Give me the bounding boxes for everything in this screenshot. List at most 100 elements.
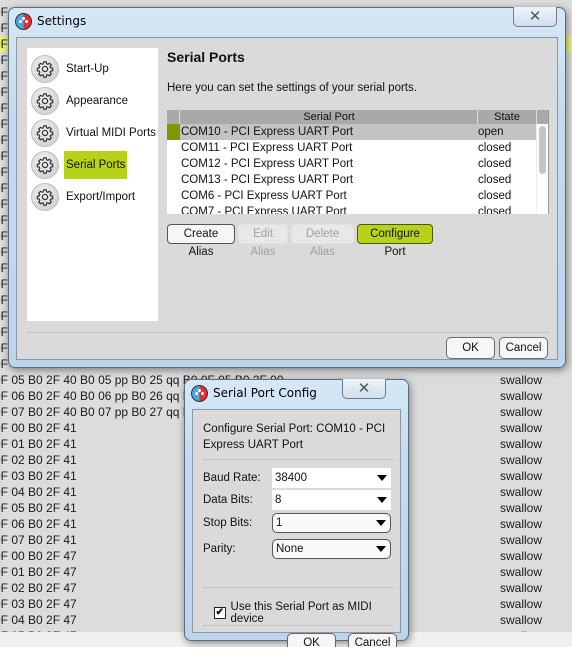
settings-titlebar[interactable]: Settings ✕ bbox=[9, 7, 565, 36]
nav-label: Export/Import bbox=[66, 191, 136, 203]
nav-label: Serial Ports bbox=[64, 151, 128, 179]
scrollbar-thumb[interactable] bbox=[539, 126, 546, 174]
log-message: 0F bbox=[0, 357, 9, 371]
log-message: 0F bbox=[0, 229, 9, 243]
cell-state: open bbox=[478, 126, 504, 138]
log-message: 0F 03 B0 2F 47 bbox=[0, 597, 77, 611]
dropdown-arrow-icon bbox=[376, 546, 386, 552]
gear-icon bbox=[31, 55, 59, 83]
log-message: 0F bbox=[0, 53, 9, 67]
baud-rate-value: 38400 bbox=[275, 472, 307, 484]
gear-glyph bbox=[36, 189, 54, 206]
section-description: Here you can set the settings of your se… bbox=[167, 82, 417, 94]
stop-bits-select[interactable]: 1 bbox=[272, 513, 391, 533]
log-message: 0F bbox=[0, 101, 9, 115]
column-header-state[interactable]: State bbox=[478, 110, 537, 124]
use-as-midi-option[interactable]: ✔ Use this Serial Port as MIDI device bbox=[214, 601, 400, 625]
log-message: 0F bbox=[0, 165, 9, 179]
log-message: 0F 01 B0 2F 47 bbox=[0, 565, 77, 579]
app-icon bbox=[191, 385, 208, 402]
spc-close-button[interactable]: ✕ bbox=[342, 379, 386, 399]
row-selection-marker bbox=[167, 124, 180, 140]
gear-icon bbox=[31, 87, 59, 115]
gear-glyph bbox=[36, 125, 54, 142]
log-action: swallow bbox=[500, 517, 543, 531]
table-row[interactable]: COM13 - PCI Express UART Port closed bbox=[167, 172, 537, 188]
log-action: swallow bbox=[500, 533, 543, 547]
spc-heading: Configure Serial Port: COM10 - PCI Expre… bbox=[203, 423, 386, 451]
table-row[interactable]: COM11 - PCI Express UART Port closed bbox=[167, 140, 537, 156]
log-action: swallow bbox=[500, 405, 543, 419]
log-message: 0F bbox=[0, 85, 9, 99]
app-icon bbox=[15, 13, 32, 30]
row-selection-marker bbox=[167, 156, 180, 172]
nav-item-appearance[interactable]: Appearance bbox=[31, 86, 130, 116]
spc-titlebar[interactable]: Serial Port Config ✕ bbox=[185, 379, 408, 408]
row-selection-marker bbox=[167, 188, 180, 204]
table-row[interactable]: COM7 - PCI Express UART Port closed bbox=[167, 204, 537, 214]
settings-close-button[interactable]: ✕ bbox=[513, 7, 557, 27]
create-alias-button[interactable]: Create Alias bbox=[167, 224, 235, 258]
delete-alias-button[interactable]: Delete Alias bbox=[291, 224, 354, 258]
cell-state: closed bbox=[478, 206, 512, 214]
parity-select[interactable]: None bbox=[272, 539, 391, 559]
log-action: swallow bbox=[500, 565, 543, 579]
cancel-button[interactable]: Cancel bbox=[499, 337, 548, 359]
baud-rate-select[interactable]: 38400 bbox=[272, 468, 391, 488]
spc-cancel-button[interactable]: Cancel bbox=[348, 633, 397, 647]
column-header-serial-port[interactable]: Serial Port bbox=[181, 110, 478, 124]
log-message: 0F 02 B0 2F 47 bbox=[0, 581, 77, 595]
row-selection-marker bbox=[167, 204, 180, 214]
log-message: 0F bbox=[0, 133, 9, 147]
nav-item-serial-ports[interactable]: Serial Ports bbox=[31, 150, 128, 180]
data-bits-label: Data Bits: bbox=[203, 494, 253, 506]
spc-ok-button[interactable]: OK bbox=[287, 633, 336, 647]
log-message: 0F 05 B0 2F 41 bbox=[0, 501, 77, 515]
nav-label: Appearance bbox=[66, 95, 129, 107]
log-message: 0F 04 B0 2F 41 bbox=[0, 485, 77, 499]
log-message: 0F bbox=[0, 245, 9, 259]
log-message: 0F bbox=[0, 37, 9, 51]
cell-serial-port: COM12 - PCI Express UART Port bbox=[181, 158, 354, 170]
log-action: swallow bbox=[500, 549, 543, 563]
log-message: 0F bbox=[0, 293, 9, 307]
gear-glyph bbox=[36, 61, 54, 78]
log-action: swallow bbox=[500, 437, 543, 451]
log-message: 0F bbox=[0, 277, 9, 291]
table-row[interactable]: COM10 - PCI Express UART Port open bbox=[167, 124, 537, 140]
table-row[interactable]: COM6 - PCI Express UART Port closed bbox=[167, 188, 537, 204]
cell-serial-port: COM11 - PCI Express UART Port bbox=[181, 142, 353, 154]
serial-ports-table: Serial Port State COM10 - PCI Express UA… bbox=[167, 110, 549, 214]
log-action: swallow bbox=[500, 613, 543, 627]
log-message: 0F 07 B0 2F 41 bbox=[0, 533, 77, 547]
cell-serial-port: COM13 - PCI Express UART Port bbox=[181, 174, 354, 186]
log-message: 0F 00 B0 2F 41 bbox=[0, 421, 77, 435]
log-message: 0F bbox=[0, 149, 9, 163]
edit-alias-button[interactable]: Edit Alias bbox=[238, 224, 288, 258]
table-corner bbox=[167, 110, 180, 124]
serial-port-config-dialog: Serial Port Config ✕ Configure Serial Po… bbox=[184, 379, 409, 647]
nav-item-virtual-midi-ports[interactable]: Virtual MIDI Ports bbox=[31, 118, 158, 148]
spc-title: Serial Port Config bbox=[213, 386, 317, 400]
close-icon: ✕ bbox=[528, 7, 542, 25]
data-bits-select[interactable]: 8 bbox=[272, 490, 391, 510]
log-action: swallow bbox=[500, 421, 543, 435]
nav-label: Start-Up bbox=[66, 63, 109, 75]
cell-serial-port: COM6 - PCI Express UART Port bbox=[181, 190, 347, 202]
parity-value: None bbox=[276, 543, 304, 555]
configure-port-button[interactable]: Configure Port bbox=[357, 224, 433, 258]
ok-button[interactable]: OK bbox=[446, 337, 495, 359]
gear-icon bbox=[31, 119, 59, 147]
log-action: swallow bbox=[500, 597, 543, 611]
log-action: swallow bbox=[500, 469, 543, 483]
nav-item-start-up[interactable]: Start-Up bbox=[31, 54, 111, 84]
table-row[interactable]: COM12 - PCI Express UART Port closed bbox=[167, 156, 537, 172]
divider bbox=[203, 587, 393, 588]
nav-item-export-import[interactable]: Export/Import bbox=[31, 182, 137, 212]
table-body: COM10 - PCI Express UART Port open COM11 -… bbox=[167, 124, 537, 214]
log-action: swallow bbox=[500, 389, 543, 403]
table-scrollbar[interactable] bbox=[536, 124, 547, 214]
baud-rate-label: Baud Rate: bbox=[203, 472, 261, 484]
use-as-midi-checkbox[interactable]: ✔ bbox=[214, 607, 226, 619]
log-message: 0F bbox=[0, 21, 9, 35]
